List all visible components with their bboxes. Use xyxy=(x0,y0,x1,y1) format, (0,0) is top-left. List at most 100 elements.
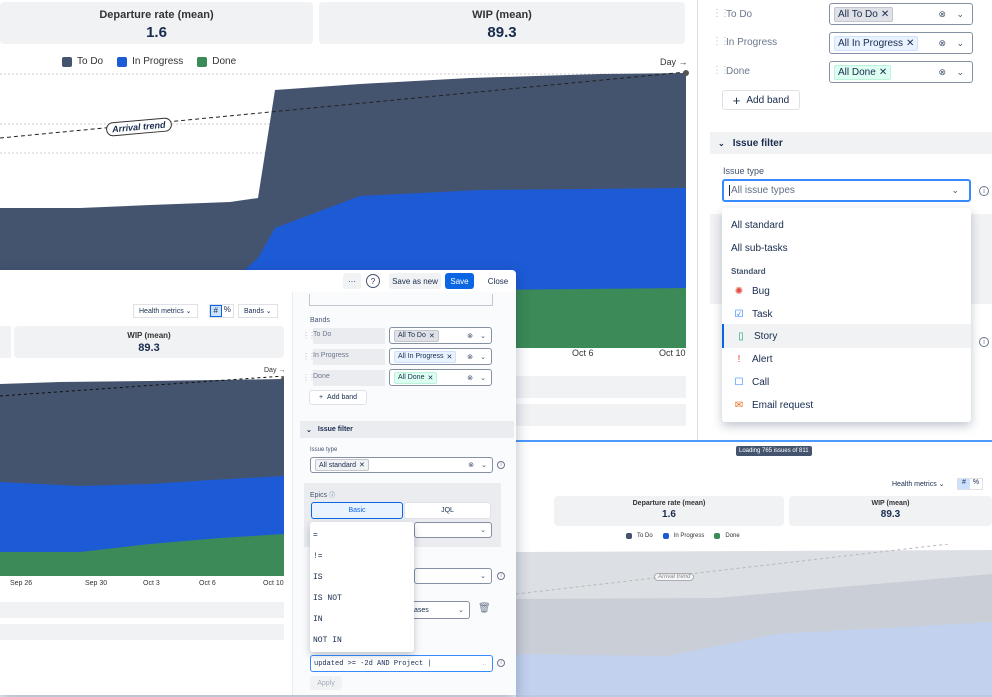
partial-select[interactable]: ases ⌄ xyxy=(405,601,470,619)
modal-band-select-done[interactable]: All Done ✕ ⊗ ⌄ xyxy=(389,369,492,386)
modal-issue-type-select[interactable]: All standard ✕ ⊗ ⌄ xyxy=(310,457,493,473)
jql-tab[interactable]: JQL xyxy=(404,502,491,519)
band-select-done[interactable]: All Done ✕ ⊗ ⌄ xyxy=(829,61,973,83)
clear-icon[interactable]: ⊗ xyxy=(467,374,473,382)
info-icon[interactable]: i xyxy=(497,461,505,469)
modal-top-field xyxy=(309,294,493,306)
option-bug[interactable]: ✺ Bug xyxy=(722,281,971,301)
chevron-down-icon[interactable]: ⌄ xyxy=(480,526,486,534)
secondary-legend: To Do In Progress Done xyxy=(626,533,740,539)
info-icon[interactable]: i xyxy=(497,659,505,667)
option-all-standard[interactable]: All standard xyxy=(722,216,971,234)
issue-type-input[interactable]: All issue types xyxy=(729,185,795,196)
modal-band-label-done: Done xyxy=(313,370,385,386)
metric-toggle[interactable]: #% xyxy=(209,304,234,318)
modal-band-select-inprogress[interactable]: All In Progress ✕ ⊗ ⌄ xyxy=(389,348,492,365)
story-icon: ▯ xyxy=(738,330,744,342)
save-button[interactable]: Save xyxy=(445,273,474,289)
modal-add-band-button[interactable]: + Add band xyxy=(309,390,367,405)
plus-icon: + xyxy=(318,394,324,401)
remove-tag-icon[interactable]: ✕ xyxy=(427,374,433,382)
more-button[interactable]: ··· xyxy=(343,273,361,289)
option-story[interactable]: ▯ Story xyxy=(722,324,971,348)
operator-dropdown: = != IS IS NOT IN NOT IN xyxy=(310,522,414,652)
chevron-down-icon[interactable]: ⌄ xyxy=(956,9,964,20)
save-as-new-button[interactable]: Save as new xyxy=(389,273,441,289)
modal-band-select-todo[interactable]: All To Do ✕ ⊗ ⌄ xyxy=(389,327,492,344)
legend-inprogress: In Progress xyxy=(117,56,183,67)
loading-badge: Loading 765 issues of 811 xyxy=(736,446,812,456)
chevron-down-icon[interactable]: ⌄ xyxy=(951,185,959,196)
modal-hidden-select[interactable]: ⌄ xyxy=(414,568,492,584)
operator-is[interactable]: IS xyxy=(313,573,323,582)
modal-card-placeholder xyxy=(0,326,11,358)
basic-tab[interactable]: Basic xyxy=(311,502,403,519)
remove-tag-icon[interactable]: ✕ xyxy=(881,9,889,20)
chevron-down-icon[interactable]: ⌄ xyxy=(480,374,486,382)
remove-tag-icon[interactable]: ✕ xyxy=(447,353,453,361)
chart-end-point xyxy=(683,70,689,76)
chevron-down-icon: ⌄ xyxy=(306,426,312,434)
option-alert[interactable]: ! Alert xyxy=(722,349,971,369)
chevron-down-icon[interactable]: ⌄ xyxy=(480,332,486,340)
clear-icon[interactable]: ⊗ xyxy=(467,353,473,361)
departure-rate-card: Departure rate (mean) 1.6 xyxy=(0,2,313,44)
remove-tag-icon[interactable]: ✕ xyxy=(429,332,435,340)
metric-toggle[interactable]: #% xyxy=(957,478,983,490)
secondary-screen: Loading 765 issues of 811 Health metrics… xyxy=(516,440,992,697)
apply-button[interactable]: Apply xyxy=(310,676,342,690)
tag-all-todo: All To Do ✕ xyxy=(834,6,894,22)
help-button[interactable]: ? xyxy=(366,274,380,288)
modal-issue-filter-header[interactable]: ⌄ Issue filter xyxy=(300,421,514,438)
chevron-down-icon[interactable]: ⌄ xyxy=(480,572,486,580)
option-task[interactable]: ☑ Task xyxy=(722,304,971,324)
info-icon[interactable]: i xyxy=(979,186,989,196)
operator-in[interactable]: IN xyxy=(313,615,323,624)
health-metrics-select[interactable]: Health metrics ⌄ xyxy=(133,304,198,318)
operator-not-in[interactable]: NOT IN xyxy=(313,636,342,645)
x-tick-oct6: Oct 6 xyxy=(199,580,216,587)
issue-type-select[interactable]: All issue types ⌄ xyxy=(722,179,971,202)
chevron-down-icon[interactable]: ⌄ xyxy=(956,67,964,78)
operator-equals[interactable]: = xyxy=(313,531,318,540)
chevron-down-icon[interactable]: ⌄ xyxy=(480,353,486,361)
trash-icon[interactable]: 🗑 xyxy=(478,603,491,614)
operator-is-not[interactable]: IS NOT xyxy=(313,594,342,603)
remove-tag-icon[interactable]: ✕ xyxy=(906,38,914,49)
remove-tag-icon[interactable]: ✕ xyxy=(359,461,365,469)
operator-not-equals[interactable]: != xyxy=(313,552,323,561)
option-email-request[interactable]: ✉ Email request xyxy=(722,395,971,415)
info-icon[interactable]: i xyxy=(497,572,505,580)
x-tick-oct10: Oct 10 xyxy=(659,348,686,358)
issue-filter-header[interactable]: ⌄ Issue filter xyxy=(710,132,992,154)
task-icon: ☑ xyxy=(734,308,744,320)
epics-operator-select[interactable]: ⌄ xyxy=(414,522,492,538)
jql-input[interactable]: updated >= -2d AND Project | .. xyxy=(310,655,493,672)
remove-tag-icon[interactable]: ✕ xyxy=(879,67,887,78)
close-button[interactable]: Close xyxy=(484,273,512,289)
add-band-button[interactable]: + Add band xyxy=(722,90,800,110)
secondary-wip-card: WIP (mean) 89.3 xyxy=(789,496,992,526)
issue-type-dropdown: All standard All sub-tasks Standard ✺ Bug… xyxy=(722,208,971,422)
clear-icon[interactable]: ⊗ xyxy=(938,38,946,49)
chevron-down-icon[interactable]: ⌄ xyxy=(956,38,964,49)
clear-icon[interactable]: ⊗ xyxy=(938,67,946,78)
clear-icon[interactable]: ⊗ xyxy=(938,9,946,20)
bands-select[interactable]: Bands ⌄ xyxy=(238,304,278,318)
option-all-subtasks[interactable]: All sub-tasks xyxy=(722,239,971,257)
modal-cfd-chart xyxy=(0,376,284,576)
legend-todo: To Do xyxy=(62,56,103,67)
clear-icon[interactable]: ⊗ xyxy=(467,332,473,340)
clear-icon[interactable]: ⊗ xyxy=(468,461,474,469)
info-icon[interactable]: i xyxy=(979,337,989,347)
chevron-down-icon[interactable]: ⌄ xyxy=(481,461,487,469)
secondary-cfd-chart xyxy=(516,544,992,697)
call-icon: ☐ xyxy=(734,376,744,388)
health-metrics-select[interactable]: Health metrics ⌄ xyxy=(892,480,945,488)
option-call[interactable]: ☐ Call xyxy=(722,372,971,392)
band-select-todo[interactable]: All To Do ✕ ⊗ ⌄ xyxy=(829,3,973,25)
plus-icon: + xyxy=(732,92,741,108)
chart-legend: To Do In Progress Done xyxy=(62,56,236,67)
band-select-inprogress[interactable]: All In Progress ✕ ⊗ ⌄ xyxy=(829,32,973,54)
chevron-down-icon[interactable]: ⌄ xyxy=(458,606,464,614)
